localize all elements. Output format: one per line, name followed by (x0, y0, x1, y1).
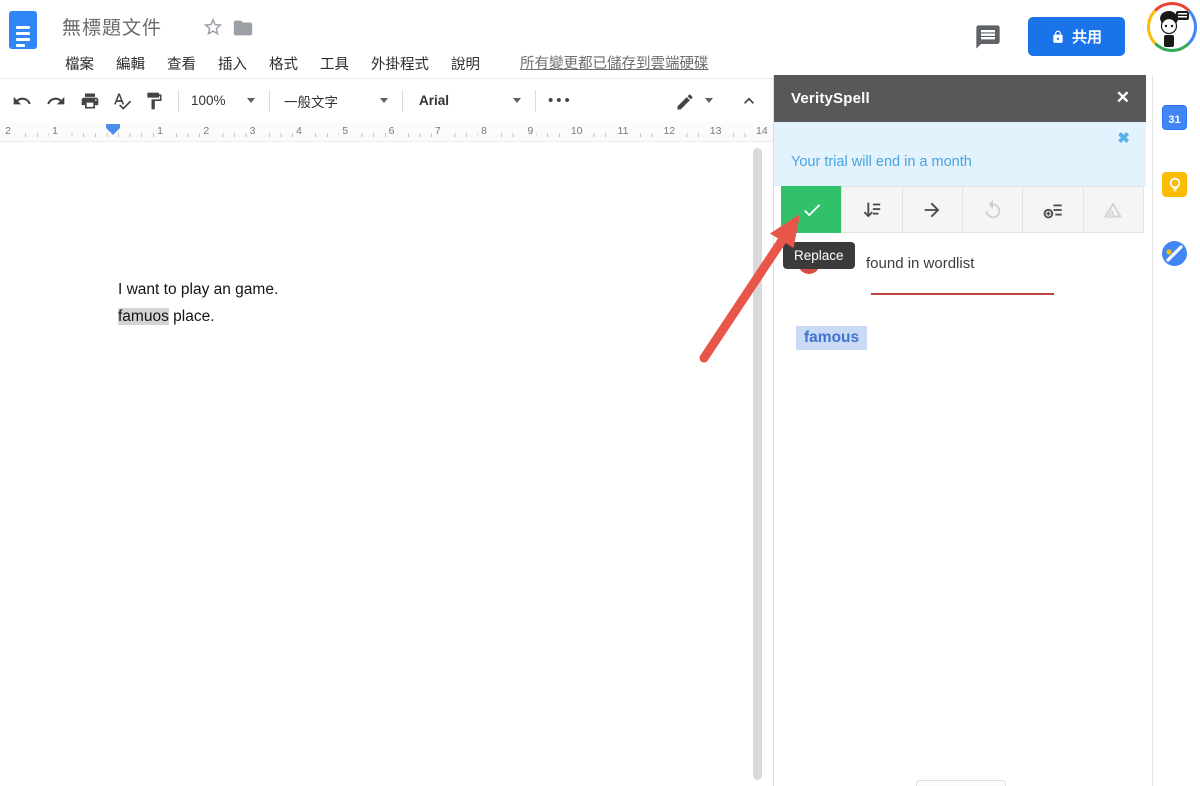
calendar-day: 31 (1168, 114, 1181, 126)
tasks-icon[interactable] (1162, 241, 1187, 266)
tasks-check-icon (1166, 245, 1183, 262)
lightbulb-icon (1169, 177, 1180, 191)
ruler-label: 12 (660, 125, 679, 137)
menu-item[interactable]: 工具 (309, 50, 360, 77)
menu-item[interactable]: 插入 (207, 50, 258, 77)
font-value: Arial (419, 93, 450, 108)
chevron-down-icon (247, 98, 255, 103)
next-word-icon (924, 202, 940, 217)
ruler-label: 2 (2, 125, 14, 137)
avatar-cartoon (1160, 11, 1189, 47)
zoom-value: 100% (191, 93, 226, 108)
doc-line-2[interactable]: famuos place. (118, 303, 278, 330)
sidebar-toolbar (781, 186, 1144, 233)
document-title[interactable]: 無標題文件 (62, 13, 162, 40)
menu-item[interactable]: 說明 (440, 50, 491, 77)
more-options-button[interactable]: ••• (548, 92, 573, 109)
edit-mode-pencil-icon (675, 92, 693, 110)
ruler-label: 11 (614, 125, 632, 137)
header-bar: 無標題文件 檔案 編輯 查看 插入 格式 工具 外掛程式 說明 所有變更都已儲存到雲端硬碟 共… (0, 0, 1200, 78)
trial-message: Your trial will end in a month (791, 154, 972, 170)
collapse-toolbar-icon[interactable] (739, 91, 759, 111)
companion-rail: 31 (1146, 75, 1200, 786)
undo-icon[interactable] (12, 91, 32, 111)
paragraph-style-select[interactable]: 一般文字 (284, 91, 388, 111)
replace-tooltip: Replace (783, 242, 855, 269)
google-docs-app: 無標題文件 檔案 編輯 查看 插入 格式 工具 外掛程式 說明 所有變更都已儲存到雲端硬碟 共… (0, 0, 1200, 786)
sidebar-header: VeritySpell ✕ (774, 75, 1146, 122)
edit-toolbar: 100% 一般文字 Arial ••• (0, 78, 773, 122)
share-button-label: 共用 (1071, 29, 1102, 46)
ruler-label: 4 (292, 125, 305, 137)
verityspell-sidebar: VeritySpell ✕ Your trial will end in a m… (773, 75, 1146, 786)
chevron-down-icon (513, 98, 521, 103)
doc-line-1[interactable]: I want to play an game. (118, 276, 278, 303)
sort-button[interactable] (841, 186, 903, 233)
save-status-link[interactable]: 所有變更都已儲存到雲端硬碟 (520, 52, 709, 73)
trial-banner: Your trial will end in a month ✖ (774, 122, 1146, 186)
add-to-wordlist-icon (1043, 204, 1062, 218)
zoom-select[interactable]: 100% (191, 93, 255, 108)
ruler-label: 7 (431, 125, 444, 137)
undo-change-icon (985, 199, 1000, 218)
wordlist-result-text: found in wordlist (866, 255, 975, 272)
ruler-label: 1 (49, 125, 61, 137)
lock-icon (1053, 30, 1063, 43)
redo-icon[interactable] (46, 91, 66, 111)
undo-change-button[interactable] (961, 186, 1024, 233)
style-value: 一般文字 (284, 94, 338, 110)
keep-icon[interactable] (1162, 172, 1187, 197)
sort-icon (863, 202, 881, 217)
ruler: 2 1 1 2 3 4 5 6 7 8 9 10 11 12 13 14 (0, 122, 773, 142)
print-icon[interactable] (80, 91, 100, 111)
ignore-warning-icon (1104, 201, 1123, 218)
docs-logo-icon[interactable] (9, 11, 37, 49)
menu-item[interactable]: 查看 (156, 50, 207, 77)
add-to-wordlist-button[interactable] (1022, 186, 1084, 233)
menu-bar: 檔案 編輯 查看 插入 格式 工具 外掛程式 說明 (54, 50, 491, 77)
next-word-button[interactable] (901, 186, 963, 233)
calendar-icon[interactable]: 31 (1162, 105, 1187, 130)
replace-check-icon (803, 203, 820, 216)
comments-icon[interactable] (974, 23, 1002, 49)
replace-button[interactable] (781, 186, 843, 233)
suggestion-famous[interactable]: famous (796, 326, 868, 350)
chevron-down-icon (380, 98, 388, 103)
spellcheck-icon[interactable] (112, 91, 132, 111)
account-avatar[interactable] (1147, 2, 1197, 52)
ruler-label: 10 (567, 125, 586, 137)
ruler-label: 9 (524, 125, 537, 137)
chevron-down-icon (705, 98, 713, 103)
ruler-label: 6 (385, 125, 398, 137)
document-canvas[interactable]: I want to play an game. famuos place. (0, 143, 773, 786)
ruler-label: 13 (706, 125, 725, 137)
ruler-label: 1 (154, 125, 166, 137)
ruler-label: 3 (246, 125, 259, 137)
menu-item[interactable]: 編輯 (105, 50, 156, 77)
ruler-label: 5 (339, 125, 352, 137)
menu-item[interactable]: 格式 (258, 50, 309, 77)
doc-line-2-rest[interactable]: place. (169, 308, 214, 325)
document-scrollbar[interactable] (753, 148, 762, 780)
move-folder-icon[interactable] (232, 17, 254, 39)
ruler-label: 2 (200, 125, 213, 137)
indent-marker[interactable] (106, 124, 120, 138)
sidebar-close-icon[interactable]: ✕ (1116, 88, 1130, 108)
share-button[interactable]: 共用 (1028, 17, 1125, 56)
font-select[interactable]: Arial (419, 93, 521, 108)
ruler-label: 8 (478, 125, 491, 137)
sidebar-title: VeritySpell (791, 90, 870, 107)
red-underline (871, 293, 1054, 295)
editing-mode-select[interactable] (675, 92, 713, 110)
star-icon[interactable] (202, 16, 224, 38)
trial-dismiss-icon[interactable]: ✖ (1117, 129, 1130, 147)
sidebar-bottom-element (916, 780, 1006, 786)
paint-format-icon[interactable] (144, 91, 164, 111)
menu-item[interactable]: 檔案 (54, 50, 105, 77)
menu-item[interactable]: 外掛程式 (360, 50, 440, 77)
document-text[interactable]: I want to play an game. famuos place. (118, 276, 278, 330)
misspelled-word-selected[interactable]: famuos (118, 308, 169, 325)
ruler-label: 14 (753, 125, 771, 137)
ignore-warning-button[interactable] (1082, 186, 1144, 233)
